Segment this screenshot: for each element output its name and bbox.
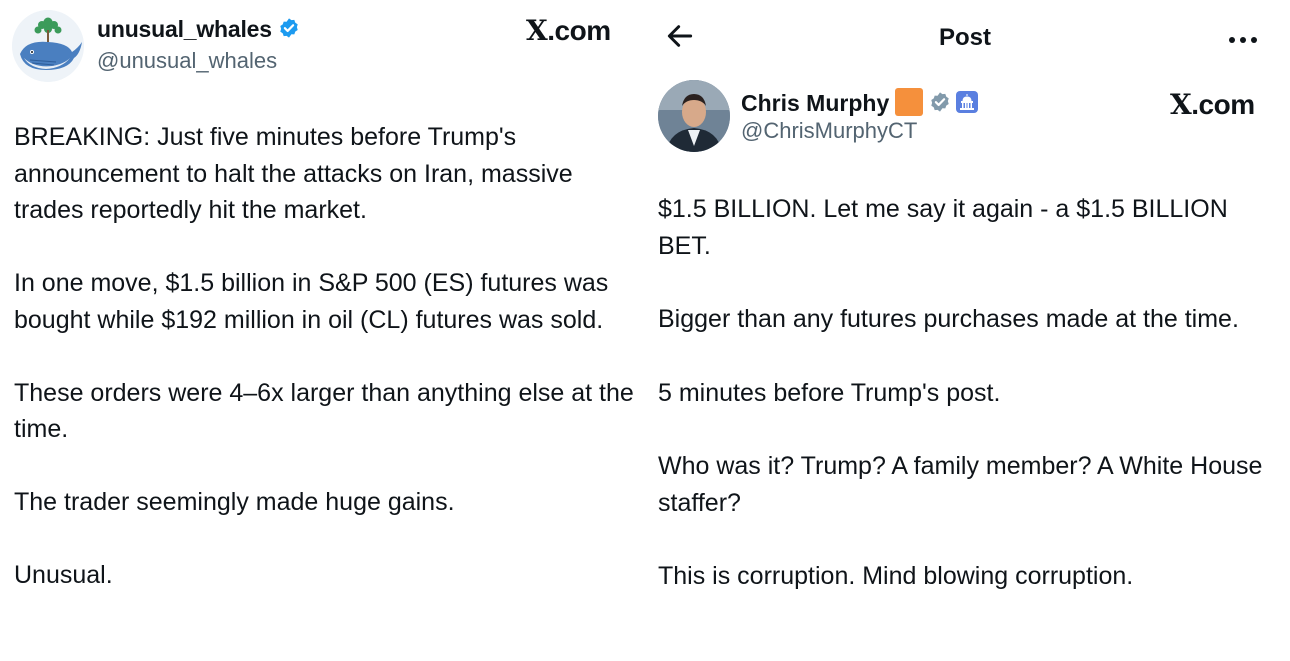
post-paragraph: $1.5 BILLION. Let me say it again - a $1… xyxy=(658,195,1228,260)
post-paragraph: Who was it? Trump? A family member? A Wh… xyxy=(658,452,1263,517)
page-title: Post xyxy=(938,24,991,51)
capitol-icon xyxy=(955,90,979,120)
display-name-text[interactable]: Chris Murphy xyxy=(741,90,889,116)
post-paragraph: These orders were 4–6x larger than anyth… xyxy=(14,378,634,444)
post-paragraph: This is corruption. Mind blowing corrupt… xyxy=(658,562,1134,590)
verified-badge-icon xyxy=(278,17,300,45)
avatar[interactable] xyxy=(12,10,84,82)
orange-square-icon xyxy=(895,88,924,116)
xcom-suffix: .com xyxy=(547,15,611,46)
post-paragraph: 5 minutes before Trump's post. xyxy=(658,378,1001,407)
handle[interactable]: @ChrisMurphyCT xyxy=(741,118,917,144)
post-paragraph: In one move, $1.5 billion in S&P 500 (ES… xyxy=(14,269,609,334)
more-horizontal-icon[interactable] xyxy=(1228,28,1258,45)
x-logo-icon: X xyxy=(1170,88,1192,121)
handle[interactable]: @unusual_whales xyxy=(97,48,277,74)
post-paragraph: The trader seemingly made huge gains. xyxy=(14,488,455,516)
post-paragraph: Unusual. xyxy=(14,561,113,589)
xcom-logo: X.com xyxy=(1170,88,1255,121)
display-name-text[interactable]: unusual_whales xyxy=(97,16,272,42)
display-name[interactable]: unusual_whales xyxy=(97,16,300,45)
avatar[interactable] xyxy=(658,80,730,152)
x-logo-icon: X xyxy=(526,14,548,47)
post-body: $1.5 BILLION. Let me say it again - a $1… xyxy=(658,191,1268,595)
xcom-logo: X.com xyxy=(526,14,611,47)
display-name[interactable]: Chris Murphy xyxy=(741,88,979,120)
left-post-card: unusual_whales @unusual_whales X.com BRE… xyxy=(0,0,640,661)
post-body: BREAKING: Just five minutes before Trump… xyxy=(14,119,634,594)
right-post-card: Post Chris Murphy @ChrisMurphyCT X.com $… xyxy=(640,0,1290,661)
post-paragraph: BREAKING: Just five minutes before Trump… xyxy=(14,123,573,224)
government-badge-icon xyxy=(929,91,951,119)
post-paragraph: Bigger than any futures purchases made a… xyxy=(658,305,1239,333)
xcom-suffix: .com xyxy=(1191,89,1255,120)
